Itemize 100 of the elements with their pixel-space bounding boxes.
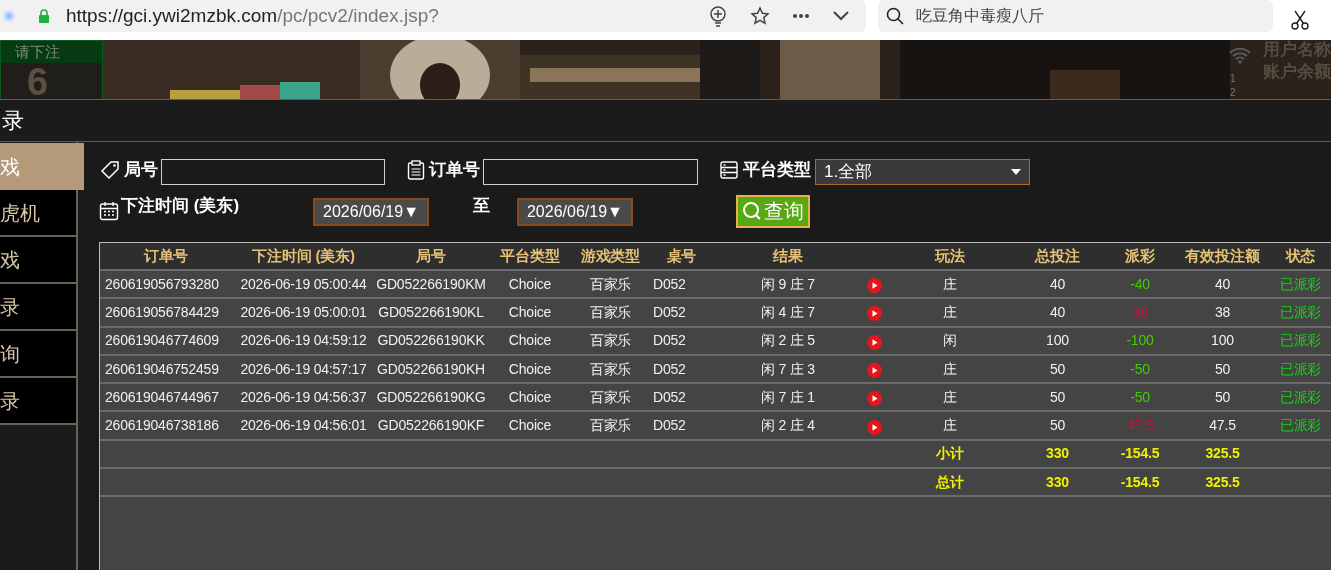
status-cell: 已派彩 — [1270, 326, 1331, 355]
status-cell: 已派彩 — [1270, 270, 1331, 299]
table-cell: -40 — [1105, 270, 1175, 299]
table-cell: 百家乐 — [573, 383, 648, 412]
column-header: 游戏类型 — [573, 243, 648, 270]
to-label: 至 — [472, 195, 490, 218]
platform-dropdown[interactable]: 1.全部 — [815, 159, 1030, 185]
play-video-icon[interactable] — [867, 391, 882, 407]
table-cell: 260619056784429 — [100, 298, 232, 327]
table-cell: 闲 9 庄 7 — [715, 270, 861, 299]
column-header: 订单号 — [100, 243, 232, 270]
tag-icon — [100, 160, 120, 180]
add-icon[interactable] — [708, 5, 728, 27]
sidebar-item[interactable]: 虎机 — [0, 190, 76, 237]
table-cell: D052 — [648, 411, 715, 440]
play-video-icon[interactable] — [867, 419, 882, 435]
chevron-down-icon[interactable] — [832, 10, 850, 22]
order-label: 订单号 — [429, 159, 480, 182]
total-cell: 总计 — [890, 468, 1010, 497]
table-cell: 47.5 — [1175, 411, 1270, 440]
table-cell: 闲 — [890, 326, 1010, 355]
table-cell: 40 — [1010, 298, 1105, 327]
platform-label: 平台类型 — [743, 159, 811, 182]
column-header: 下注时间 (美东) — [232, 243, 375, 270]
status-cell: 已派彩 — [1270, 354, 1331, 384]
line-number: 1 — [1230, 74, 1236, 84]
table-cell: 2026-06-19 04:56:01 — [232, 411, 375, 440]
table-cell: 50 — [1175, 383, 1270, 412]
table-cell: 百家乐 — [573, 326, 648, 355]
table-cell: Choice — [487, 326, 573, 355]
status-cell: 已派彩 — [1270, 383, 1331, 412]
calendar-icon — [99, 201, 119, 221]
column-header: 局号 — [375, 243, 487, 270]
status-cell: 已派彩 — [1270, 298, 1331, 327]
column-header: 结果 — [715, 243, 861, 270]
star-icon[interactable] — [750, 6, 770, 26]
table-cell: GD052266190KL — [375, 298, 487, 327]
table-cell: 2026-06-19 05:00:44 — [232, 270, 375, 299]
table-cell: 闲 2 庄 4 — [715, 411, 861, 440]
play-video-icon[interactable] — [867, 306, 882, 322]
table-cell: 47.5 — [1105, 411, 1175, 440]
table-cell: 百家乐 — [573, 270, 648, 299]
sidebar-item[interactable]: 录 — [0, 378, 76, 425]
table-cell: 闲 4 庄 7 — [715, 298, 861, 327]
sidebar-item[interactable]: 录 — [0, 284, 76, 331]
table-cell: GD052266190KG — [375, 383, 487, 412]
play-video-icon[interactable] — [867, 278, 882, 294]
column-header: 平台类型 — [487, 243, 573, 270]
total-cell: 330 — [1010, 468, 1105, 497]
date-to-field[interactable]: 2026/06/19▼ — [516, 198, 633, 226]
column-header: 桌号 — [648, 243, 715, 270]
table-cell: 100 — [1010, 326, 1105, 355]
total-cell: 325.5 — [1175, 439, 1270, 469]
table-cell: 38 — [1105, 298, 1175, 327]
total-cell: 330 — [1010, 439, 1105, 469]
wifi-icon — [1228, 46, 1252, 64]
page-icon — [2, 9, 16, 23]
table-cell: 40 — [1175, 270, 1270, 299]
play-video-icon[interactable] — [867, 363, 882, 379]
table-cell: 50 — [1175, 354, 1270, 384]
table-cell: Choice — [487, 354, 573, 384]
table-cell: 2026-06-19 05:00:01 — [232, 298, 375, 327]
line-number: 2 — [1230, 88, 1236, 98]
table-cell: 闲 2 庄 5 — [715, 326, 861, 355]
table-cell: 50 — [1010, 354, 1105, 384]
table-cell: 40 — [1010, 270, 1105, 299]
table-cell: D052 — [648, 383, 715, 412]
table-cell: D052 — [648, 354, 715, 384]
time-label: 下注时间 (美东) — [121, 195, 240, 218]
scissors-icon[interactable] — [1291, 10, 1309, 30]
round-label: 局号 — [124, 159, 158, 182]
column-header: 玩法 — [890, 243, 1010, 270]
list-icon — [719, 160, 739, 180]
table-cell: 260619046752459 — [100, 354, 232, 384]
sidebar-item[interactable]: 戏 — [0, 237, 76, 284]
date-from-field[interactable]: 2026/06/19▼ — [313, 198, 429, 226]
status-cell: 已派彩 — [1270, 411, 1331, 440]
table-cell: 百家乐 — [573, 411, 648, 440]
sidebar-item[interactable]: 询 — [0, 331, 76, 378]
play-video-icon[interactable] — [867, 334, 882, 350]
table-cell: GD052266190KK — [375, 326, 487, 355]
round-input[interactable] — [161, 159, 385, 185]
table-cell: 100 — [1175, 326, 1270, 355]
table-cell: D052 — [648, 298, 715, 327]
total-cell: -154.5 — [1105, 439, 1175, 469]
lock-icon — [38, 9, 50, 23]
table-cell: GD052266190KF — [375, 411, 487, 440]
table-cell: GD052266190KM — [375, 270, 487, 299]
search-field[interactable]: 吃豆角中毒瘦八斤 — [878, 0, 1273, 32]
search-icon — [741, 201, 762, 221]
total-cell: 325.5 — [1175, 468, 1270, 497]
order-input[interactable] — [483, 159, 698, 185]
search-icon — [886, 7, 904, 25]
table-cell: 闲 7 庄 1 — [715, 383, 861, 412]
more-icon[interactable] — [792, 13, 810, 19]
table-cell: Choice — [487, 383, 573, 412]
table-cell: 2026-06-19 04:59:12 — [232, 326, 375, 355]
table-cell: 50 — [1010, 383, 1105, 412]
table-cell: GD052266190KH — [375, 354, 487, 384]
table-cell: Choice — [487, 270, 573, 299]
